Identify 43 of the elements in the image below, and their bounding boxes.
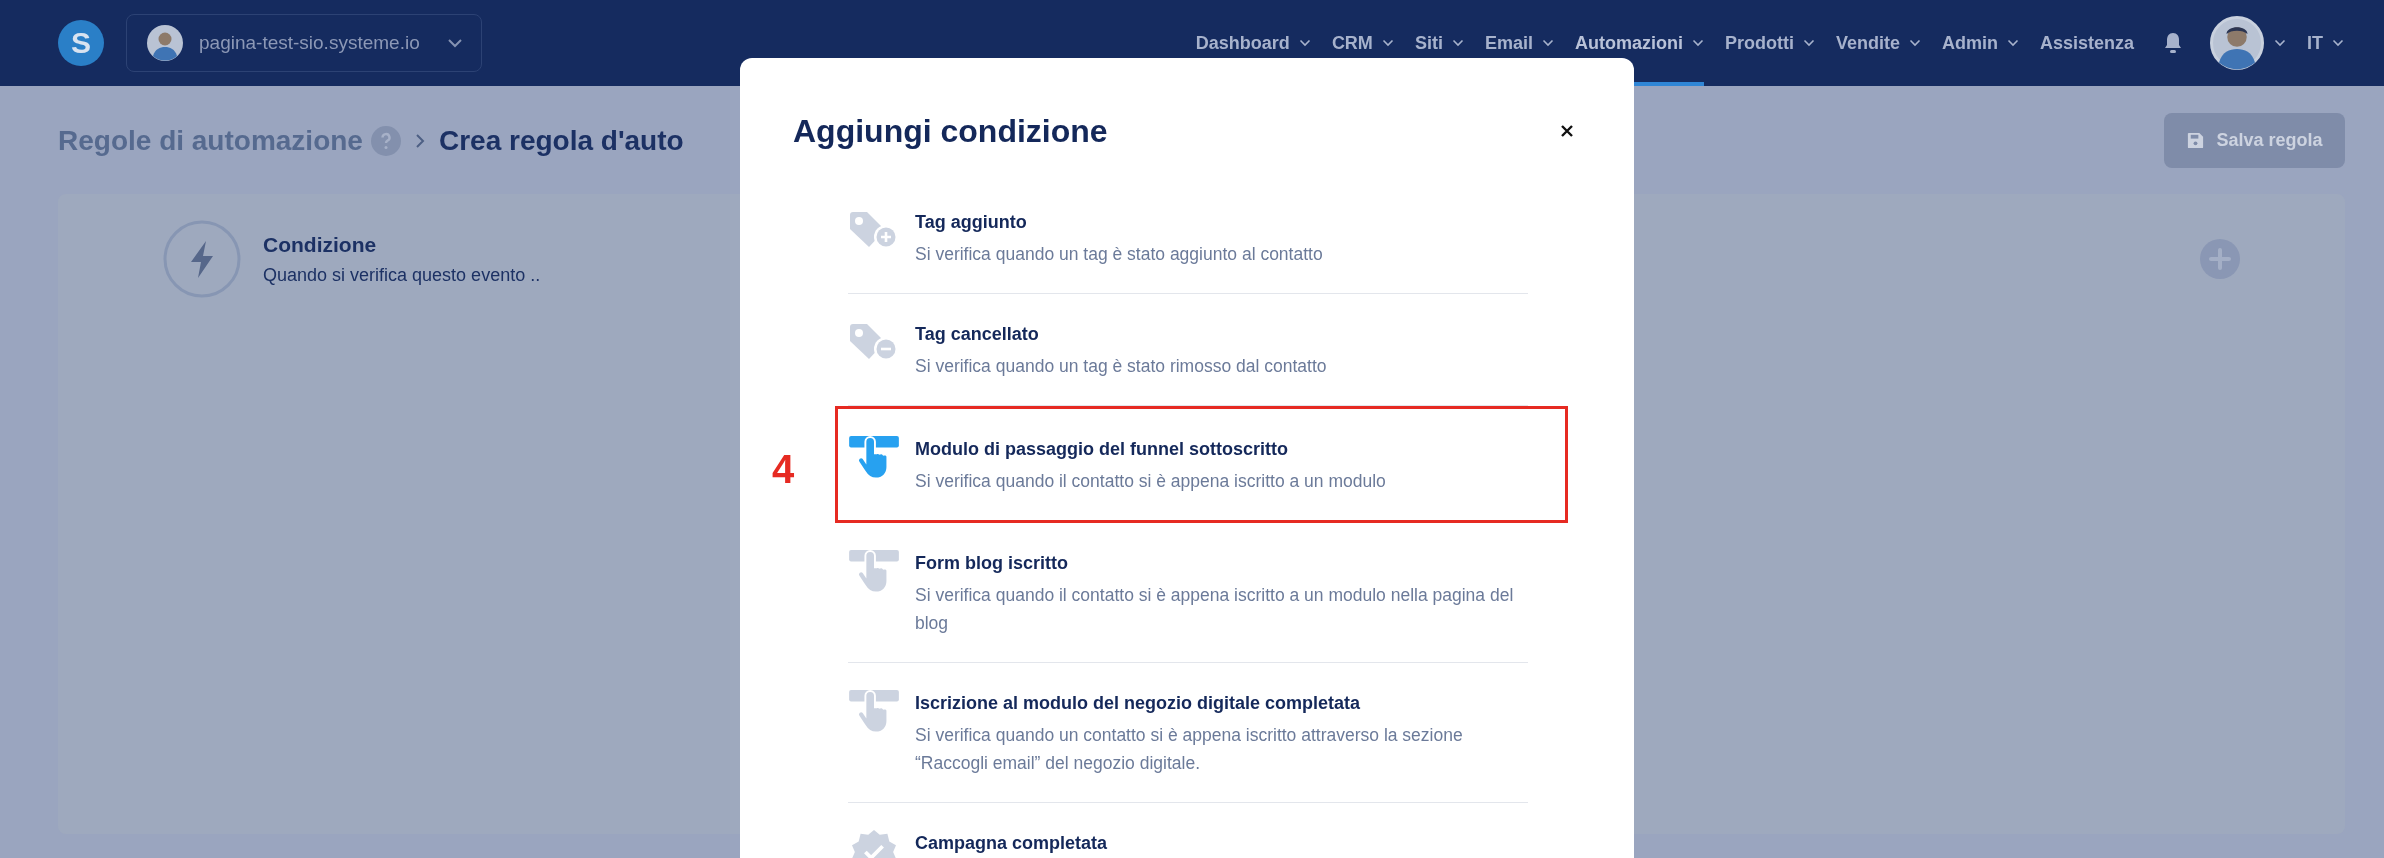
modal-title: Aggiungi condizione xyxy=(793,112,1108,151)
nav-item[interactable]: Admin xyxy=(1941,0,2019,86)
nav-item[interactable]: Siti xyxy=(1414,0,1464,86)
option-title: Tag aggiunto xyxy=(915,211,1028,234)
nav-item[interactable]: Dashboard xyxy=(1195,0,1311,86)
condition-option[interactable]: Tag aggiunto Si verifica quando un tag è stato aggiunto al contatto xyxy=(848,182,1528,294)
language-selector[interactable]: IT xyxy=(2307,0,2344,86)
nav-item[interactable]: Prodotti xyxy=(1724,0,1815,86)
condition-option[interactable]: Campagna completata xyxy=(848,803,1528,858)
trigger-subtitle: Quando si verifica questo evento .. xyxy=(263,264,541,286)
option-description: Si verifica quando il contatto si è appena iscritto a un modulo nella pagina del blog xyxy=(915,584,1515,635)
bell-icon[interactable] xyxy=(2163,32,2183,54)
caret-icon xyxy=(2332,39,2344,47)
close-icon[interactable] xyxy=(1560,124,1574,138)
site-selector[interactable]: pagina-test-sio.systeme.io xyxy=(126,14,482,72)
option-title: Modulo di passaggio del funnel sottoscritto xyxy=(915,438,1289,461)
option-title: Tag cancellato xyxy=(915,323,1040,346)
breadcrumb-item: Crea regola d'auto xyxy=(438,124,684,157)
nav-item[interactable]: CRM xyxy=(1331,0,1394,86)
nav-item[interactable]: Vendite xyxy=(1835,0,1921,86)
avatar-icon xyxy=(147,25,183,61)
logo[interactable]: S xyxy=(58,20,104,66)
option-description: Si verifica quando un tag è stato rimosso dal contatto xyxy=(915,355,1328,378)
option-title: Campagna completata xyxy=(915,832,1109,855)
profile-menu[interactable] xyxy=(2210,16,2286,70)
save-icon xyxy=(2186,131,2206,150)
chevron-right-icon xyxy=(414,132,425,149)
step-number: 4 xyxy=(772,447,795,492)
condition-option[interactable]: Form blog iscritto Si verifica quando il contatto si è appena iscritto a un modulo nella pagina del blog xyxy=(848,523,1528,663)
caret-icon xyxy=(2274,39,2286,47)
option-description: Si verifica quando un tag è stato aggiunto al contatto xyxy=(915,243,1324,266)
condition-option[interactable]: Tag cancellato Si verifica quando un tag è stato rimosso dal contatto xyxy=(848,294,1528,406)
avatar-icon xyxy=(2210,16,2264,70)
option-title: Form blog iscritto xyxy=(915,552,1069,575)
option-description: Si verifica quando il contatto si è appena iscritto a un modulo xyxy=(915,470,1387,493)
lightning-icon xyxy=(163,220,241,298)
option-description: Si verifica quando un contatto si è appena iscritto attraverso la sezione “Raccogli email” del negozio digitale. xyxy=(915,724,1464,775)
nav-item[interactable]: Email xyxy=(1484,0,1554,86)
trigger-title: Condizione xyxy=(263,232,378,257)
option-title: Iscrizione al modulo del negozio digitale completata xyxy=(915,692,1362,715)
condition-option[interactable]: Iscrizione al modulo del negozio digitale completata Si verifica quando un contatto si è appena iscritto attraverso la sezione “Raccogli email” del negozio digitale. xyxy=(848,663,1528,803)
nav-item[interactable]: Assistenza xyxy=(2039,0,2134,86)
chevron-down-icon xyxy=(447,38,463,48)
